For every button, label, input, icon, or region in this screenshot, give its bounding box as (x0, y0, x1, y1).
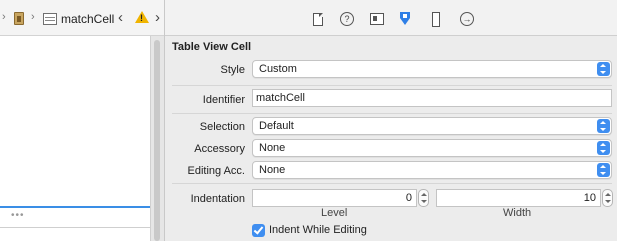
editing-accessory-label: Editing Acc. (187, 165, 245, 177)
selection-indicator-line (0, 206, 150, 208)
divider (172, 183, 612, 184)
selection-popup[interactable]: Default (252, 117, 612, 135)
popup-arrows-icon (597, 119, 610, 133)
level-label: Level (321, 207, 348, 219)
table-cell-icon[interactable] (43, 13, 57, 25)
divider (172, 85, 612, 86)
selection-label: Selection (199, 121, 245, 133)
indentation-width-stepper[interactable] (602, 189, 613, 207)
indentation-width-field[interactable]: 10 (436, 189, 601, 207)
popup-arrows-icon (597, 163, 610, 177)
divider (0, 227, 150, 228)
size-inspector-icon[interactable] (432, 12, 440, 27)
breadcrumb-chevron-icon: › (31, 11, 35, 23)
editor-pane: ••• (0, 0, 150, 241)
popup-arrows-icon (597, 62, 610, 76)
connections-inspector-icon[interactable]: → (460, 12, 474, 26)
editing-accessory-value: None (259, 164, 286, 176)
indentation-width-value: 10 (583, 192, 596, 204)
indentation-level-value: 0 (405, 192, 412, 204)
indentation-label: Indentation (190, 193, 245, 205)
indent-while-editing-checkbox[interactable] (252, 224, 265, 237)
breadcrumb-cell-name[interactable]: matchCell (61, 12, 114, 26)
popup-arrows-icon (597, 141, 610, 155)
accessory-label: Accessory (194, 143, 245, 155)
indentation-level-field[interactable]: 0 (252, 189, 417, 207)
indentation-level-stepper[interactable] (418, 189, 429, 207)
indent-while-editing-label[interactable]: Indent While Editing (269, 224, 367, 236)
width-label: Width (503, 207, 532, 219)
breadcrumb-chevron-icon: › (2, 11, 6, 23)
jump-bar: › › matchCell ‹ ! › (0, 0, 164, 36)
style-popup[interactable]: Custom (252, 60, 612, 78)
quick-help-icon[interactable]: ? (340, 12, 354, 26)
warning-icon[interactable]: ! (135, 11, 149, 23)
divider (172, 113, 612, 114)
style-label: Style (220, 64, 245, 76)
accessory-popup[interactable]: None (252, 139, 612, 157)
accessory-value: None (259, 142, 286, 154)
style-value: Custom (259, 63, 297, 75)
go-back-icon[interactable]: ‹ (118, 9, 123, 26)
attributes-inspector-icon[interactable] (398, 11, 412, 27)
attributes-inspector: ? → Table View Cell Style Custom Identif… (164, 0, 617, 241)
editing-accessory-popup[interactable]: None (252, 161, 612, 179)
storyboard-file-icon[interactable] (14, 12, 24, 25)
scrollbar-thumb[interactable] (154, 40, 160, 241)
identifier-field[interactable]: matchCell (252, 89, 612, 107)
go-forward-icon[interactable]: › (155, 9, 160, 26)
inspector-toolbar: ? → (165, 0, 617, 36)
identifier-value: matchCell (256, 92, 305, 104)
pane-resize-dots[interactable]: ••• (11, 210, 25, 221)
identity-inspector-icon[interactable] (370, 13, 384, 25)
section-title: Table View Cell (172, 41, 252, 53)
file-inspector-icon[interactable] (313, 13, 323, 26)
selection-value: Default (259, 120, 294, 132)
identifier-label: Identifier (202, 94, 245, 106)
